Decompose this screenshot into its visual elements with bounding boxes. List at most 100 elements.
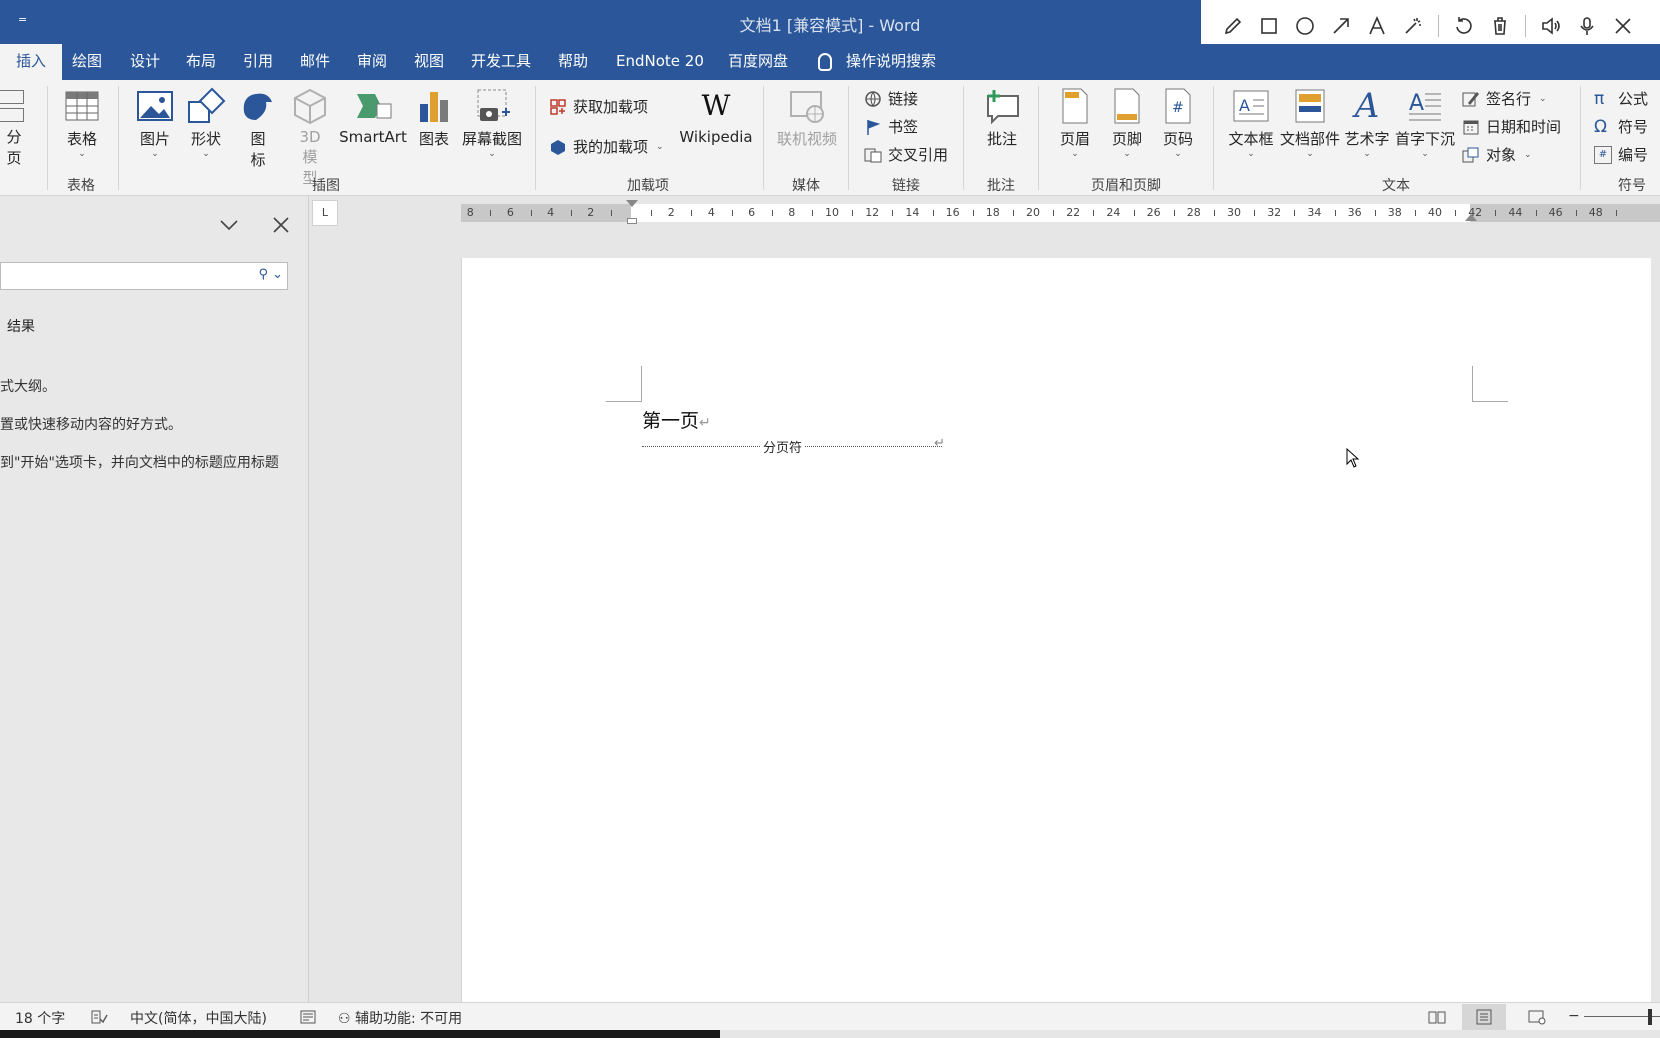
equation-button[interactable]: π 公式: [1594, 88, 1648, 109]
close-icon[interactable]: [1605, 8, 1641, 44]
new-comment-button[interactable]: 批注: [980, 86, 1024, 149]
indent-marker[interactable]: [626, 200, 638, 207]
magic-wand-icon[interactable]: [1395, 8, 1431, 44]
document-line-1[interactable]: 第一页↵: [642, 406, 711, 433]
comment-plus-icon: [982, 86, 1022, 126]
icons-button[interactable]: 图 标: [238, 86, 278, 170]
tab-view[interactable]: 视图: [414, 44, 444, 80]
rectangle-icon[interactable]: [1251, 8, 1287, 44]
table-button[interactable]: 表格 ⌄: [60, 86, 104, 159]
language-indicator[interactable]: 中文(简体，中国大陆): [130, 1008, 267, 1028]
document-page[interactable]: 第一页↵ 分页符 ↵: [461, 258, 1651, 1002]
tab-mailings[interactable]: 邮件: [300, 44, 330, 80]
microphone-icon[interactable]: [1569, 8, 1605, 44]
tab-help[interactable]: 帮助: [558, 44, 588, 80]
text-box-button[interactable]: A 文本框 ⌄: [1225, 86, 1277, 159]
word-count[interactable]: 18 个字: [15, 1008, 65, 1028]
group-label-header-footer: 页眉和页脚: [1091, 178, 1161, 194]
link-button[interactable]: 链接: [864, 88, 918, 109]
indent-marker[interactable]: [627, 218, 637, 224]
tab-draw[interactable]: 绘图: [72, 44, 102, 80]
text-box-icon: A: [1231, 86, 1271, 126]
online-video-label: 联机视频: [776, 130, 837, 148]
right-indent-marker[interactable]: [1465, 214, 1477, 221]
tab-layout[interactable]: 布局: [186, 44, 216, 80]
tab-results[interactable]: 结果: [7, 316, 35, 336]
tab-stop-selector[interactable]: L: [312, 200, 338, 226]
flag-icon: [864, 118, 882, 136]
picture-button[interactable]: 图片 ⌄: [134, 86, 176, 159]
arrow-icon[interactable]: [1323, 8, 1359, 44]
object-button[interactable]: 对象 ⌄: [1462, 144, 1532, 165]
date-time-button[interactable]: 日期和时间: [1462, 116, 1561, 137]
drop-cap-button[interactable]: A 首字下沉 ⌄: [1394, 86, 1456, 159]
cross-reference-button[interactable]: 交叉引用: [864, 144, 948, 165]
signature-line-button[interactable]: 签名行 ⌄: [1462, 88, 1547, 109]
ruler-number: 8: [788, 206, 796, 219]
print-layout-icon[interactable]: [1462, 1004, 1506, 1030]
page-number-button[interactable]: # 页码 ⌄: [1156, 86, 1200, 159]
ruler-number: 36: [1347, 206, 1362, 219]
chevron-down-icon[interactable]: [218, 214, 240, 236]
ruler-number: 26: [1146, 206, 1161, 219]
page-break-button[interactable]: 分页: [0, 86, 28, 168]
tab-baidu-netdisk[interactable]: 百度网盘: [728, 44, 788, 80]
tab-references[interactable]: 引用: [243, 44, 273, 80]
symbol-button[interactable]: Ω 符号: [1594, 116, 1648, 137]
tab-endnote[interactable]: EndNote 20: [616, 44, 704, 80]
horizontal-ruler[interactable]: 8 6 4 2 2 4 6 8 10 12 14 16 18 20 22 24 26 28 30 32 34 36 38 40…: [461, 204, 1660, 222]
ruler-tick: [570, 210, 572, 216]
search-input[interactable]: ⚲ ⌄: [0, 262, 288, 290]
chart-button[interactable]: 图表: [414, 86, 454, 149]
svg-text:A: A: [1409, 91, 1424, 116]
zoom-out-button[interactable]: −: [1568, 1008, 1580, 1024]
macro-record-icon[interactable]: [300, 1009, 316, 1029]
get-addins-button[interactable]: 获取加载项: [549, 96, 648, 117]
ruler-tick: [490, 210, 492, 216]
wikipedia-button[interactable]: W Wikipedia: [678, 86, 754, 146]
group-divider: [1038, 86, 1039, 190]
search-icon[interactable]: ⚲ ⌄: [258, 267, 283, 282]
my-addins-button[interactable]: 我的加载项 ⌄: [549, 136, 664, 157]
tab-review[interactable]: 审阅: [357, 44, 387, 80]
close-icon[interactable]: [270, 214, 292, 236]
tab-design[interactable]: 设计: [130, 44, 160, 80]
equation-label: 公式: [1618, 90, 1649, 108]
pen-icon[interactable]: [1215, 8, 1251, 44]
ruler-tick: [530, 210, 532, 216]
read-mode-icon[interactable]: [1428, 1009, 1446, 1029]
screenshot-button[interactable]: 屏幕截图 ⌄: [460, 86, 524, 159]
picture-icon: [135, 86, 175, 126]
speaker-icon[interactable]: [1533, 8, 1569, 44]
online-video-button[interactable]: 联机视频: [774, 86, 840, 149]
ruler-tick: [1414, 210, 1416, 216]
header-button[interactable]: 页眉 ⌄: [1053, 86, 1097, 159]
quick-parts-button[interactable]: 文档部件 ⌄: [1278, 86, 1342, 159]
quick-parts-icon: [1290, 86, 1330, 126]
wikipedia-label: Wikipedia: [679, 128, 753, 146]
footer-button[interactable]: 页脚 ⌄: [1105, 86, 1149, 159]
text-tool-icon[interactable]: [1359, 8, 1395, 44]
bookmark-button[interactable]: 书签: [864, 116, 918, 137]
document-line-1-text: 第一页: [642, 410, 700, 432]
web-layout-icon[interactable]: [1528, 1009, 1546, 1029]
trash-icon[interactable]: [1482, 8, 1518, 44]
zoom-slider-thumb[interactable]: [1648, 1009, 1652, 1025]
proofing-icon[interactable]: [90, 1009, 108, 1029]
smartart-button[interactable]: SmartArt: [338, 86, 408, 146]
shapes-button[interactable]: 形状 ⌄: [185, 86, 227, 159]
circle-icon[interactable]: [1287, 8, 1323, 44]
numbering-button[interactable]: # 编号: [1594, 144, 1648, 165]
tab-developer[interactable]: 开发工具: [471, 44, 531, 80]
tab-insert[interactable]: 插入: [0, 44, 63, 80]
undo-icon[interactable]: [1446, 8, 1482, 44]
3d-models-button[interactable]: 3D 模 型: [290, 86, 330, 188]
group-label-links: 链接: [892, 178, 920, 194]
wordart-button[interactable]: A 艺术字 ⌄: [1343, 86, 1391, 159]
toolbar-divider: [1438, 14, 1439, 37]
tell-me-search[interactable]: 操作说明搜索: [818, 44, 936, 80]
accessibility-checker[interactable]: ⚇ 辅助功能: 不可用: [338, 1008, 462, 1028]
ruler-tick: [852, 210, 854, 216]
date-time-label: 日期和时间: [1486, 118, 1562, 136]
ruler-number: 16: [945, 206, 960, 219]
